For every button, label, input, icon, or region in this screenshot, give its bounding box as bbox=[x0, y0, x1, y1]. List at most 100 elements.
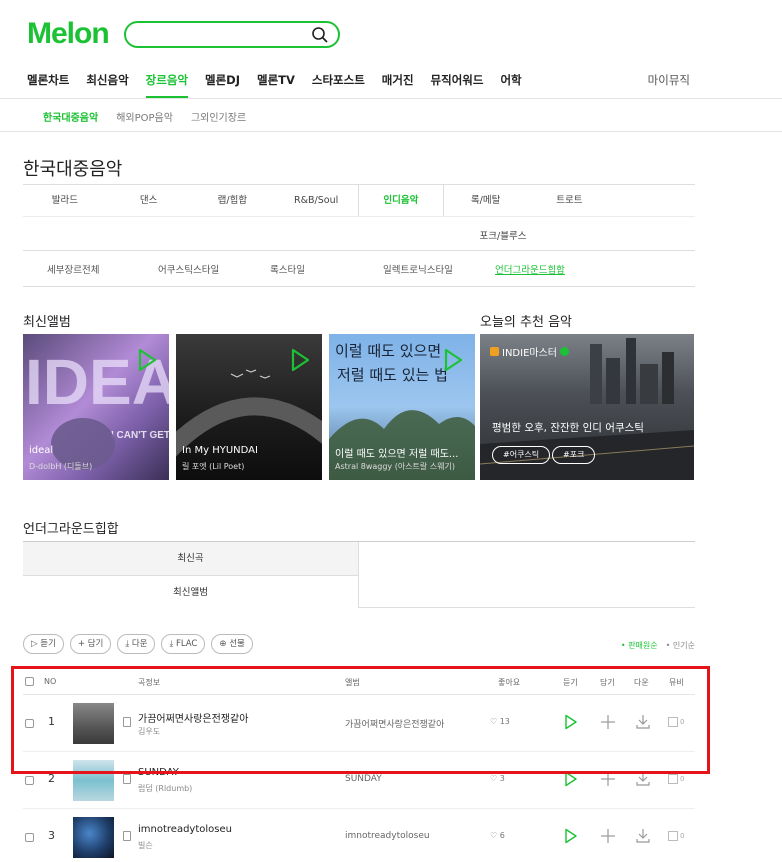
nav-latest-music[interactable]: 최신음악 bbox=[86, 72, 128, 98]
download-button[interactable]: ⤓ 다운 bbox=[117, 634, 156, 654]
gift-button[interactable]: ⊕ 선물 bbox=[211, 634, 253, 654]
tag-acoustic[interactable]: #어쿠스틱 bbox=[492, 446, 551, 464]
song-artist[interactable]: 럽덤 (Rldumb) bbox=[138, 783, 192, 794]
album-card[interactable]: 이럴 때도 있으면 저럴 때도 있는 법 이럴 때도 있으면 저럴 때도... … bbox=[329, 334, 475, 480]
row-checkbox[interactable] bbox=[25, 833, 34, 842]
album-art-text: 저럴 때도 있는 법 bbox=[337, 366, 448, 384]
tab-latest-albums[interactable]: 최신앨범 bbox=[23, 575, 359, 608]
play-icon[interactable] bbox=[564, 828, 578, 848]
highlight-box bbox=[11, 666, 710, 774]
recommend-badge: INDIE마스터 bbox=[490, 344, 569, 359]
recommend-playlist-title[interactable]: 평범한 오후, 잔잔한 인디 어쿠스틱 bbox=[492, 420, 644, 435]
search-box[interactable] bbox=[124, 21, 340, 48]
nav-melon-chart[interactable]: 멜론차트 bbox=[27, 72, 69, 98]
play-icon[interactable] bbox=[564, 771, 578, 791]
genre-rnb[interactable]: R&B/Soul bbox=[274, 185, 358, 216]
genre-trot[interactable]: 트로트 bbox=[528, 185, 612, 216]
download-icon[interactable] bbox=[635, 828, 651, 848]
row-checkbox[interactable] bbox=[25, 776, 34, 785]
song-album[interactable]: imnotreadytoloseu bbox=[345, 831, 430, 841]
recommend-title: 오늘의 추천 음악 bbox=[480, 315, 572, 330]
listen-button[interactable]: ▷ 듣기 bbox=[23, 634, 64, 654]
table-row: 3 imnotreadytoloseu 빌슨 imnotreadytoloseu… bbox=[23, 809, 695, 862]
album-artist[interactable]: 릴 포엣 (Lil Poet) bbox=[182, 461, 244, 472]
album-name[interactable]: In My HYUNDAI bbox=[182, 445, 258, 456]
download-icon[interactable] bbox=[635, 771, 651, 791]
subgenre-acoustic[interactable]: 어쿠스틱스타일 bbox=[158, 262, 219, 276]
genre-folk[interactable]: 포크/블루스 bbox=[463, 228, 543, 242]
subgenre-underground-hiphop[interactable]: 언더그라운드힙합 bbox=[495, 262, 565, 276]
video-icon bbox=[668, 774, 678, 784]
flac-button[interactable]: ⤓ FLAC bbox=[161, 634, 206, 654]
play-icon[interactable] bbox=[443, 348, 463, 376]
main-nav: 멜론차트 최신음악 장르음악 멜론DJ 멜론TV 스타포스트 매거진 뮤직어워드… bbox=[27, 72, 539, 98]
tag-folk[interactable]: #포크 bbox=[552, 446, 596, 464]
nav-starpost[interactable]: 스타포스트 bbox=[312, 72, 365, 98]
subgenre-electronic[interactable]: 일렉트로닉스타일 bbox=[383, 262, 453, 276]
search-input[interactable] bbox=[138, 23, 318, 46]
genre-table: 발라드 댄스 랩/힙합 R&B/Soul 인디음악 록/메탈 트로트 포크/블루… bbox=[23, 184, 695, 287]
sort-popular-label: 인기순 bbox=[672, 641, 695, 650]
nav-my-music[interactable]: 마이뮤직 bbox=[648, 72, 690, 88]
song-info-icon[interactable] bbox=[123, 774, 131, 784]
song-title[interactable]: imnotreadytoloseu bbox=[138, 824, 232, 835]
divider bbox=[0, 131, 782, 132]
genre-hiphop[interactable]: 랩/힙합 bbox=[191, 185, 275, 216]
genre-ballad[interactable]: 발라드 bbox=[23, 185, 107, 216]
divider bbox=[0, 98, 782, 99]
add-icon[interactable] bbox=[600, 828, 616, 848]
melon-logo[interactable]: Melon bbox=[27, 17, 110, 51]
underground-tabs: 최신곡 최신앨범 bbox=[23, 541, 695, 608]
sort-sales[interactable]: • 판매원순 bbox=[621, 640, 658, 651]
video-count: 0 bbox=[680, 832, 685, 840]
nav-melon-dj[interactable]: 멜론DJ bbox=[205, 72, 240, 98]
play-icon[interactable] bbox=[290, 348, 310, 376]
nav-language[interactable]: 어학 bbox=[500, 72, 521, 98]
song-thumbnail[interactable] bbox=[73, 817, 114, 858]
recommend-card[interactable]: INDIE마스터 평범한 오후, 잔잔한 인디 어쿠스틱 #어쿠스틱 #포크 bbox=[480, 334, 694, 480]
song-album[interactable]: SUNDAY bbox=[345, 774, 382, 784]
like-button[interactable]: ♡ 3 bbox=[490, 774, 505, 783]
song-info-icon[interactable] bbox=[123, 831, 131, 841]
subgenre-rock[interactable]: 록스타일 bbox=[270, 262, 305, 276]
nav-genre-music[interactable]: 장르음악 bbox=[145, 72, 189, 98]
album-card[interactable]: In My HYUNDAI 릴 포엣 (Lil Poet) bbox=[176, 334, 322, 480]
album-art-text: 이럴 때도 있으면 bbox=[335, 342, 441, 360]
tab-latest-songs[interactable]: 최신곡 bbox=[23, 542, 359, 575]
album-name[interactable]: 이럴 때도 있으면 저럴 때도... bbox=[335, 445, 458, 460]
nav-melon-tv[interactable]: 멜론TV bbox=[257, 72, 295, 98]
nav-music-awards[interactable]: 뮤직어워드 bbox=[431, 72, 484, 98]
flac-label: FLAC bbox=[175, 639, 198, 649]
genre-empty bbox=[611, 185, 695, 216]
like-count: 6 bbox=[499, 831, 505, 840]
rank: 3 bbox=[48, 829, 55, 842]
genre-indie[interactable]: 인디음악 bbox=[358, 185, 444, 216]
video-button[interactable]: 0 bbox=[668, 774, 684, 784]
album-art-text: I CAN'T GET OVER THIS bbox=[111, 430, 169, 441]
add-icon[interactable] bbox=[600, 771, 616, 791]
search-icon[interactable] bbox=[311, 26, 329, 48]
album-artist[interactable]: Astral 8waggy (아스트랄 스웨기) bbox=[335, 461, 455, 472]
sort-popular[interactable]: • 인기순 bbox=[666, 640, 695, 651]
play-icon[interactable] bbox=[137, 348, 157, 376]
video-button[interactable]: 0 bbox=[668, 831, 684, 841]
subnav-kpop[interactable]: 한국대중음악 bbox=[43, 109, 98, 124]
subnav-pop[interactable]: 해외POP음악 bbox=[116, 109, 173, 124]
page-title: 한국대중음악 bbox=[23, 159, 123, 180]
like-count: 3 bbox=[499, 774, 505, 783]
album-artist[interactable]: D-dolbH (디돌브) bbox=[29, 461, 92, 472]
genre-rock[interactable]: 록/메탈 bbox=[444, 185, 528, 216]
sort-sales-label: 판매원순 bbox=[628, 641, 658, 650]
add-button[interactable]: + 담기 bbox=[69, 634, 112, 654]
underground-title: 언더그라운드힙합 bbox=[23, 522, 119, 537]
album-card[interactable]: IDEAL I CAN'T GET OVER THIS ideal D-dolb… bbox=[23, 334, 169, 480]
like-button[interactable]: ♡ 6 bbox=[490, 831, 505, 840]
subnav-other[interactable]: 그외인기장르 bbox=[191, 109, 246, 124]
download-label: 다운 bbox=[131, 639, 148, 649]
subgenre-all[interactable]: 세부장르전체 bbox=[47, 262, 99, 276]
nav-magazine[interactable]: 매거진 bbox=[382, 72, 414, 98]
album-name[interactable]: ideal bbox=[29, 445, 53, 456]
latest-albums-title: 최신앨범 bbox=[23, 315, 71, 330]
genre-dance[interactable]: 댄스 bbox=[107, 185, 191, 216]
song-artist[interactable]: 빌슨 bbox=[138, 840, 153, 851]
